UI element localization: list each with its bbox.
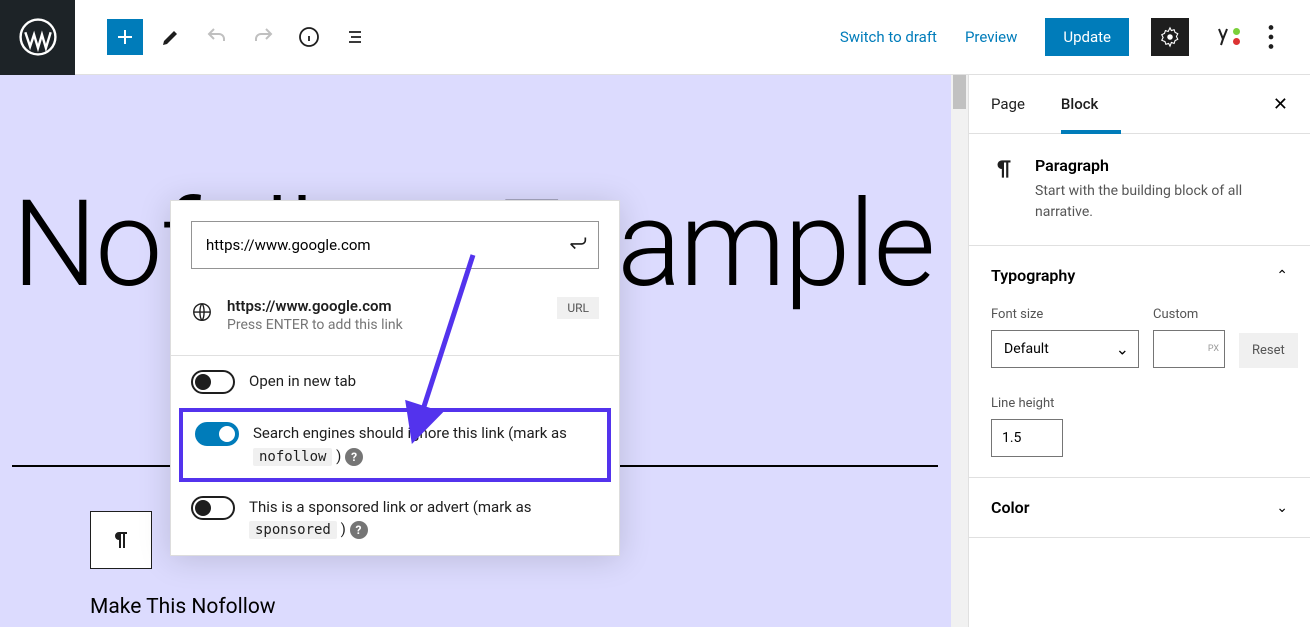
link-control-popup: https://www.google.com Press ENTER to ad… <box>170 200 620 556</box>
new-tab-toggle[interactable] <box>191 370 235 394</box>
globe-icon <box>191 301 213 327</box>
tab-block[interactable]: Block <box>1061 75 1098 133</box>
settings-button[interactable] <box>1151 18 1189 56</box>
line-height-label: Line height <box>991 396 1054 411</box>
sponsored-toggle[interactable] <box>191 496 235 520</box>
font-size-select[interactable]: Default <box>991 330 1139 368</box>
toggle-row-new-tab: Open in new tab <box>171 356 619 408</box>
redo-icon[interactable] <box>245 19 281 55</box>
typography-panel-header[interactable]: Typography ⌃ <box>991 266 1288 285</box>
color-panel-header[interactable]: Color ⌄ <box>991 498 1288 517</box>
outline-icon[interactable] <box>337 19 373 55</box>
link-result-subtitle: Press ENTER to add this link <box>227 317 543 333</box>
yoast-seo-dot <box>1233 38 1240 45</box>
help-icon[interactable]: ? <box>350 521 368 539</box>
font-size-label: Font size <box>991 307 1139 322</box>
info-icon[interactable] <box>291 19 327 55</box>
editor-canvas[interactable]: Nofollow Example Make This Nofollow <box>0 75 968 627</box>
line-height-input[interactable] <box>991 419 1063 457</box>
link-result-row[interactable]: https://www.google.com Press ENTER to ad… <box>171 289 619 356</box>
typography-panel: Typography ⌃ Font size Default ⌄ Custom <box>969 246 1310 478</box>
settings-sidebar: Page Block ✕ Paragraph Start with the bu… <box>968 75 1310 627</box>
switch-to-draft-link[interactable]: Switch to draft <box>840 28 937 46</box>
main-area: Nofollow Example Make This Nofollow <box>0 75 1310 627</box>
close-sidebar-icon[interactable]: ✕ <box>1273 94 1288 115</box>
block-toolbar-paragraph-icon[interactable] <box>90 511 152 569</box>
block-info-desc: Start with the building block of all nar… <box>1035 181 1288 223</box>
unit-label: PX <box>1208 344 1219 354</box>
color-panel: Color ⌄ <box>969 478 1310 538</box>
scrollbar-track[interactable] <box>951 75 968 627</box>
block-info-title: Paragraph <box>1035 156 1288 175</box>
edit-tool-icon[interactable] <box>153 19 189 55</box>
sidebar-tabs: Page Block ✕ <box>969 75 1310 134</box>
url-badge: URL <box>557 297 599 319</box>
preview-link[interactable]: Preview <box>965 28 1017 46</box>
custom-label: Custom <box>1153 307 1225 322</box>
add-block-button[interactable] <box>107 19 143 55</box>
toggle-row-nofollow: Search engines should ignore this link (… <box>179 408 611 482</box>
chevron-up-icon: ⌃ <box>1276 268 1288 284</box>
block-info-panel: Paragraph Start with the building block … <box>969 134 1310 246</box>
chevron-down-icon: ⌄ <box>1276 500 1288 516</box>
paragraph-block-text[interactable]: Make This Nofollow <box>90 595 276 619</box>
reset-button[interactable]: Reset <box>1239 333 1298 368</box>
editor-topbar: Switch to draft Preview Update <box>0 0 1310 75</box>
new-tab-label: Open in new tab <box>249 370 356 393</box>
yoast-readability-dot <box>1233 28 1240 35</box>
nofollow-label: Search engines should ignore this link (… <box>253 422 595 468</box>
link-result-title: https://www.google.com <box>227 297 543 315</box>
wordpress-logo[interactable] <box>0 0 75 75</box>
toggle-row-sponsored: This is a sponsored link or advert (mark… <box>171 482 619 556</box>
link-url-input[interactable] <box>191 221 599 269</box>
update-button[interactable]: Update <box>1045 18 1129 56</box>
nofollow-toggle[interactable] <box>195 422 239 446</box>
more-options-icon[interactable] <box>1252 18 1290 56</box>
scrollbar-thumb[interactable] <box>953 75 966 109</box>
paragraph-icon <box>991 156 1017 182</box>
help-icon[interactable]: ? <box>345 448 363 466</box>
sponsored-label: This is a sponsored link or advert (mark… <box>249 496 599 542</box>
yoast-button[interactable] <box>1204 18 1242 56</box>
undo-icon[interactable] <box>199 19 235 55</box>
link-submit-icon[interactable] <box>567 232 589 258</box>
tab-page[interactable]: Page <box>991 75 1025 133</box>
